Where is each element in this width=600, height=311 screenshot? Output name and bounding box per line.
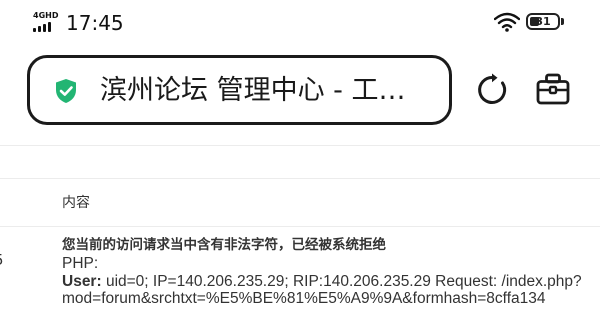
divider bbox=[0, 178, 600, 179]
request-params: mod=forum&srchtxt=%E5%BE%81%E5%A9%9A&for… bbox=[62, 290, 546, 307]
table-row-content: 您当前的访问请求当中含有非法字符，已经被系统拒绝 PHP: User: uid=… bbox=[62, 236, 600, 308]
php-label: PHP: bbox=[62, 255, 99, 272]
network-type: 4GHD bbox=[33, 11, 59, 20]
wifi-icon bbox=[494, 12, 520, 32]
reload-icon[interactable] bbox=[476, 73, 510, 107]
status-time: 17:45 bbox=[66, 11, 124, 35]
divider bbox=[0, 226, 600, 227]
user-line: User: uid=0; IP=140.206.235.29; RIP:140.… bbox=[62, 273, 600, 291]
address-bar[interactable]: 滨州论坛 管理中心 - 工… bbox=[27, 55, 452, 125]
user-value: uid=0; IP=140.206.235.29; RIP:140.206.23… bbox=[101, 272, 582, 290]
signal-icon: 4GHD bbox=[33, 11, 59, 33]
page-title: 滨州论坛 管理中心 - 工… bbox=[100, 75, 406, 106]
column-header-content: 内容 bbox=[62, 195, 90, 211]
status-bar: 4GHD 17:45 31 bbox=[0, 0, 600, 44]
row-index: 5 bbox=[0, 251, 4, 269]
battery-level: 31 bbox=[535, 15, 551, 28]
user-label: User: bbox=[62, 272, 102, 290]
battery-tip bbox=[561, 18, 564, 25]
battery-icon: 31 bbox=[526, 13, 560, 30]
toolbox-icon[interactable] bbox=[536, 73, 570, 105]
browser-page: 4GHD 17:45 31 滨州论坛 管理中心 - 工… 内容 您当前的访问请求… bbox=[0, 0, 600, 311]
shield-check-icon bbox=[56, 79, 76, 103]
error-message: 您当前的访问请求当中含有非法字符，已经被系统拒绝 bbox=[62, 237, 386, 253]
divider bbox=[0, 145, 600, 146]
